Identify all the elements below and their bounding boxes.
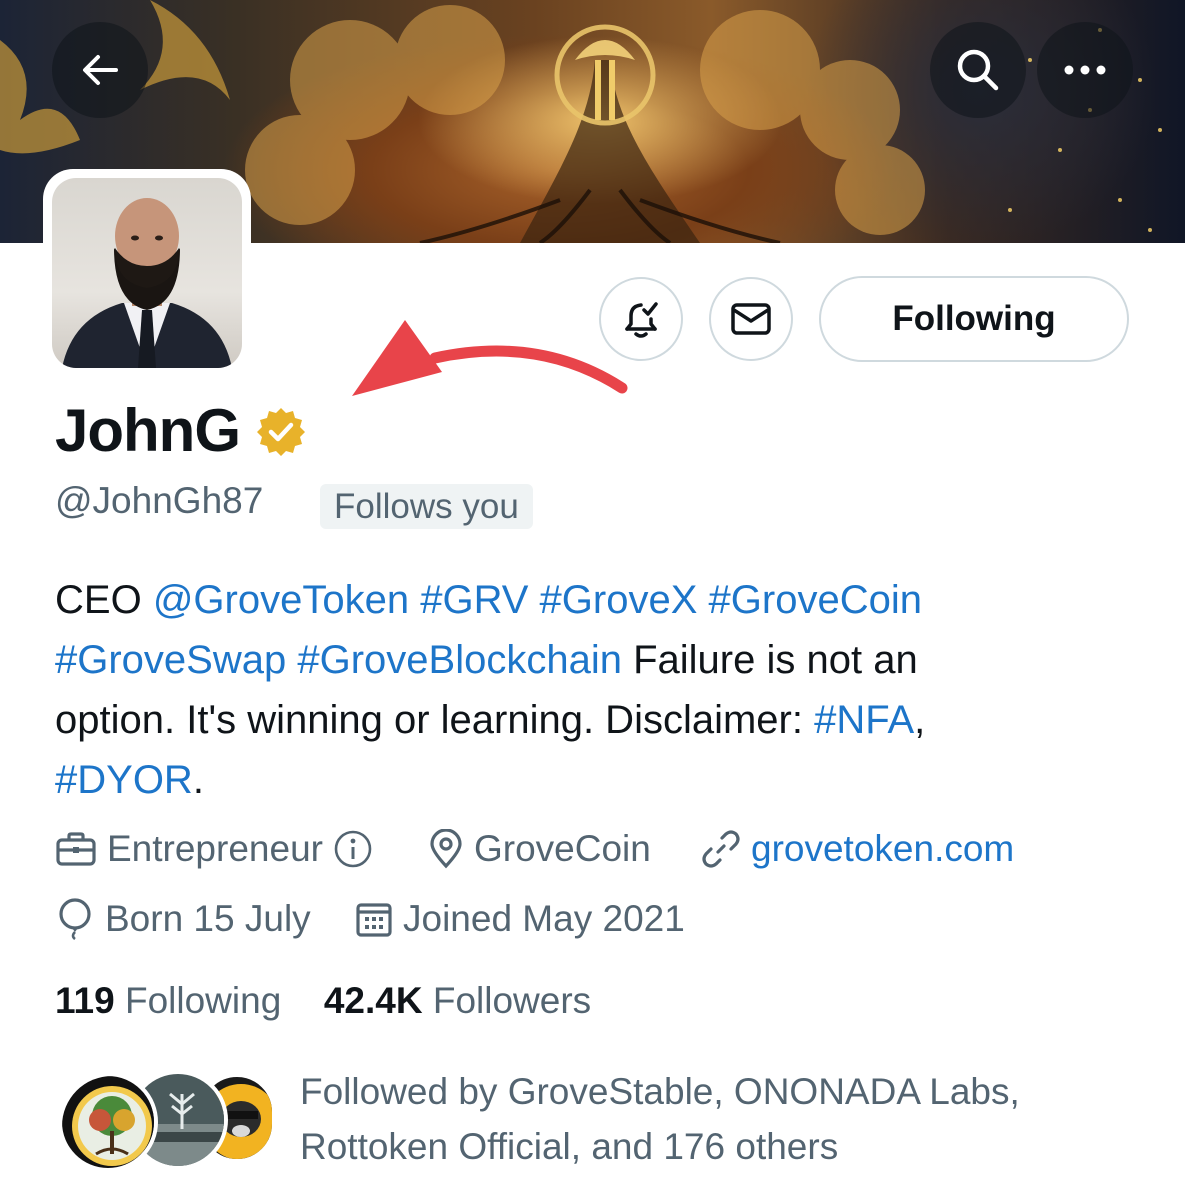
- hashtag-link[interactable]: #GroveSwap: [55, 638, 286, 682]
- following-button[interactable]: Following: [819, 276, 1129, 362]
- mention-link[interactable]: @GroveToken: [153, 578, 409, 622]
- profile-meta-row: Entrepreneur GroveCoin grovetoken.com: [55, 828, 1135, 874]
- more-icon: [1064, 65, 1106, 75]
- bio-line: option. It's winning or learning. Discla…: [55, 690, 1135, 750]
- briefcase-icon: [56, 832, 96, 866]
- hashtag-link[interactable]: #GroveBlockchain: [297, 638, 622, 682]
- verified-badge-icon: [257, 408, 305, 456]
- following-count-label: Following: [124, 980, 282, 1021]
- location-item: GroveCoin: [428, 828, 651, 870]
- birthday-label: Born 15 July: [105, 898, 311, 939]
- hashtag-link[interactable]: #GroveCoin: [709, 578, 922, 622]
- avatar[interactable]: [52, 178, 242, 368]
- follow-counts: 119 Following 42.4K Followers: [55, 980, 591, 1022]
- annotation-arrow-icon: [352, 320, 628, 396]
- display-name: JohnG: [55, 397, 241, 464]
- avatar-photo: [62, 198, 232, 368]
- bio-text: option. It's winning or learning. Discla…: [55, 698, 803, 742]
- bio-line: #GroveSwap #GroveBlockchain Failure is n…: [55, 630, 1135, 690]
- birthday-item: Born 15 July: [55, 898, 311, 940]
- arrow-left-icon: [83, 55, 118, 85]
- follows-you-badge: Follows you: [320, 484, 533, 529]
- info-icon[interactable]: [333, 829, 373, 869]
- search-button[interactable]: [930, 22, 1026, 118]
- bio: CEO @GroveToken #GRV #GroveX #GroveCoin …: [55, 570, 1135, 810]
- calendar-icon: [356, 903, 392, 937]
- website-link[interactable]: grovetoken.com: [751, 828, 1014, 870]
- bio-text: ,: [914, 698, 926, 742]
- followers-count: 42.4K: [323, 980, 423, 1021]
- envelope-icon: [731, 303, 771, 335]
- bio-line: CEO @GroveToken #GRV #GroveX #GroveCoin: [55, 570, 1135, 630]
- following-link[interactable]: 119 Following: [55, 980, 281, 1021]
- bio-text: .: [192, 758, 204, 802]
- balloon-icon: [59, 898, 91, 940]
- avatar-frame[interactable]: [43, 169, 251, 377]
- handle: @JohnGh87: [55, 480, 264, 521]
- category-item[interactable]: Entrepreneur: [55, 828, 373, 870]
- followed-by-text[interactable]: Followed by GroveStable, ONONADA Labs, R…: [300, 1064, 1160, 1174]
- follower-avatar[interactable]: [58, 1072, 158, 1172]
- followers-count-label: Followers: [432, 980, 592, 1021]
- hashtag-link[interactable]: #DYOR: [55, 758, 193, 802]
- followers-link[interactable]: 42.4K Followers: [324, 980, 591, 1021]
- bio-line: #DYOR.: [55, 750, 1135, 810]
- grove-tree-avatar-icon: [62, 1076, 154, 1168]
- hashtag-link[interactable]: #GroveX: [540, 578, 698, 622]
- link-icon: [702, 830, 740, 868]
- website-item[interactable]: grovetoken.com: [701, 828, 1014, 870]
- hashtag-link[interactable]: #GRV: [420, 578, 528, 622]
- followed-by-line: Rottoken Official, and 176 others: [300, 1126, 839, 1167]
- search-icon: [957, 49, 999, 91]
- location-label: GroveCoin: [474, 828, 651, 869]
- joined-item: Joined May 2021: [355, 898, 685, 940]
- category-label: Entrepreneur: [107, 828, 323, 869]
- profile-meta-row: Born 15 July Joined May 2021: [55, 898, 1135, 944]
- following-count: 119: [55, 980, 115, 1021]
- back-button[interactable]: [52, 22, 148, 118]
- bio-text: Failure is not an: [633, 638, 918, 682]
- followed-by-line: Followed by GroveStable, ONONADA Labs,: [300, 1071, 1020, 1112]
- joined-label: Joined May 2021: [403, 898, 685, 939]
- hashtag-link[interactable]: #NFA: [814, 698, 914, 742]
- location-pin-icon: [430, 829, 462, 869]
- bio-text: CEO: [55, 578, 142, 622]
- more-button[interactable]: [1037, 22, 1133, 118]
- message-button[interactable]: [709, 277, 793, 361]
